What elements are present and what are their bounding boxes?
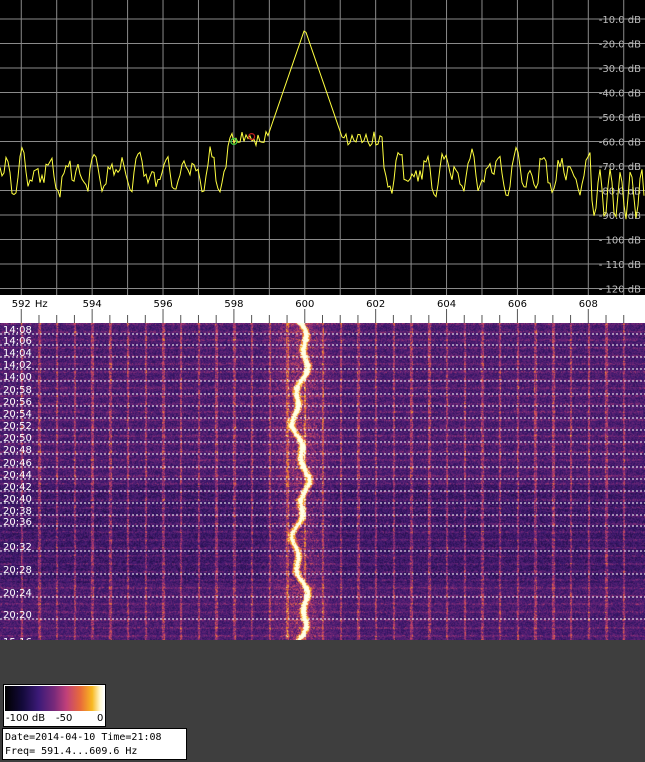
freq-label: 602 xyxy=(366,299,385,310)
time-label: 14:02 xyxy=(3,360,32,371)
time-label: 20:44 xyxy=(3,470,32,481)
db-label: -70.0 dB xyxy=(599,162,641,173)
date-time-readout: Date=2014-04-10 Time=21:08 xyxy=(5,732,162,743)
time-label: 20:40 xyxy=(3,494,32,505)
colorbar-max-label: 0 xyxy=(97,713,104,724)
freq-label: 594 xyxy=(83,299,102,310)
time-label: 20:38 xyxy=(3,506,32,517)
time-label: 14:08 xyxy=(3,325,32,336)
time-label: 14:00 xyxy=(3,372,32,383)
spectrum-svg: -10.0 dB -20.0 dB -30.0 dB -40.0 dB -50.0 dB… xyxy=(0,0,645,296)
db-label: -60.0 dB xyxy=(599,138,641,149)
colorbar-min-label: -100 dB xyxy=(6,713,46,724)
time-label: 20:54 xyxy=(3,409,32,420)
colorbar-mid-label: -50 xyxy=(56,713,73,724)
db-label: -90.0 dB xyxy=(599,211,641,222)
time-label: 20:56 xyxy=(3,397,32,408)
waterfall-display[interactable]: 14:08 14:06 14:04 14:02 14:00 20:58 20:56 20:54… xyxy=(0,323,645,640)
frequency-range-readout: Freq= 591.4...609.6 Hz xyxy=(5,746,138,757)
db-label: -80.0 dB xyxy=(599,187,641,198)
db-label: - 120 dB xyxy=(599,285,641,296)
waterfall-overlay: 14:0814:0614:0414:0214:00 20:5820:5620:54… xyxy=(0,325,645,640)
db-label: -20.0 dB xyxy=(599,40,641,51)
time-label: 14:04 xyxy=(3,348,32,359)
colorbar-gradient xyxy=(5,686,104,711)
db-label: -50.0 dB xyxy=(599,113,641,124)
time-label: 20:32 xyxy=(3,542,32,553)
frequency-axis-svg: 592 594 596 598 600 602 604 606 608 Hz xyxy=(12,299,625,323)
time-label: 20:52 xyxy=(3,421,32,432)
time-label: 20:20 xyxy=(3,610,32,621)
freq-label: 604 xyxy=(437,299,456,310)
time-label: 14:06 xyxy=(3,336,32,347)
freq-label: 606 xyxy=(508,299,527,310)
db-label: - 100 dB xyxy=(599,236,641,247)
spectrum-plot[interactable]: -10.0 dB -20.0 dB -30.0 dB -40.0 dB -50.0 dB… xyxy=(0,0,645,296)
db-label: -40.0 dB xyxy=(599,89,641,100)
time-label: 20:50 xyxy=(3,433,32,444)
freq-label: 598 xyxy=(224,299,243,310)
frequency-axis: 592 594 596 598 600 602 604 606 608 Hz xyxy=(0,295,645,323)
time-label: 20:48 xyxy=(3,445,32,456)
time-label: 20:46 xyxy=(3,458,32,469)
time-label: 20:24 xyxy=(3,588,32,599)
freq-label: 600 xyxy=(295,299,314,310)
db-label: -30.0 dB xyxy=(599,64,641,75)
time-label: 20:58 xyxy=(3,385,32,396)
time-label: 20:42 xyxy=(3,482,32,493)
time-label: 20:28 xyxy=(3,565,32,576)
info-box: Date=2014-04-10 Time=21:08 Freq= 591.4..… xyxy=(2,728,187,760)
freq-label: 608 xyxy=(579,299,598,310)
freq-label: 596 xyxy=(153,299,172,310)
freq-unit-label: Hz xyxy=(35,299,48,310)
db-label: -10.0 dB xyxy=(599,15,641,26)
colorbar-legend: -100 dB -50 0 xyxy=(3,684,106,727)
time-label: 20:36 xyxy=(3,517,32,528)
freq-label: 592 xyxy=(12,299,31,310)
db-label: - 110 dB xyxy=(599,260,641,271)
